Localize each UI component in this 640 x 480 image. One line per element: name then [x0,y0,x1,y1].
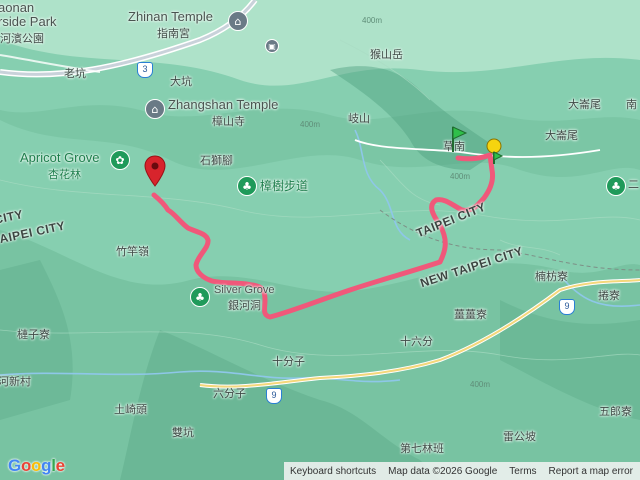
map-label: 南 [626,98,637,111]
map-label: 大坑 [170,75,192,88]
contour-label: 400m [470,380,491,389]
map-label: 土崎頭 [114,403,147,416]
map-label: 杏花林 [48,168,81,181]
map-label: 猴山岳 [370,48,403,61]
tree-icon[interactable]: ♣ [237,176,257,196]
map-label: 第七林班 [400,442,444,455]
poi-label-zhinan-temple[interactable]: Zhinan Temple [128,9,213,24]
poi-label-silver-grove[interactable]: Silver Grove [214,284,275,296]
map-label: 捲寮 [598,289,620,302]
map-footer: Keyboard shortcuts Map data ©2026 Google… [284,462,640,480]
google-logo: Google [8,456,65,475]
map-label: 雷公坡 [503,430,536,443]
map-data-attribution: Map data ©2026 Google [388,465,498,477]
map-canvas[interactable] [0,0,640,480]
contour-label: 400m [450,172,471,181]
map-label: 銀河洞 [228,299,261,312]
map-label: 薑薑寮 [454,308,487,321]
map-label: 槤子寮 [17,328,50,341]
map-label: 大崙尾 [545,129,578,142]
map-label: 十六分 [400,335,433,348]
route-3-shield: 3 [137,62,153,78]
tree-icon[interactable]: ♣ [190,287,210,307]
map-label: 老坑 [64,67,86,80]
map-label: rside Park [0,14,57,29]
poi-label-zhangshan-temple[interactable]: Zhangshan Temple [168,97,278,112]
contour-label: 400m [362,16,383,25]
map-label: 河濱公園 [0,32,44,45]
map-label: 楠枋寮 [535,270,568,283]
flower-icon[interactable]: ✿ [110,150,130,170]
waypoint-marker-icon[interactable] [484,138,504,166]
map-label: 二 [628,178,639,191]
end-marker-icon[interactable] [144,155,166,187]
map-label: 河新村 [0,375,31,388]
terms-link[interactable]: Terms [503,466,542,477]
temple-icon[interactable]: ⌂ [228,11,248,31]
map-label: 大崙尾 [568,98,601,111]
map-label: aonan [0,0,35,15]
poi-label-apricot-grove[interactable]: Apricot Grove [20,150,99,165]
map-label: 十分子 [272,355,305,368]
map-label: 五郎寮 [599,405,632,418]
bus-icon[interactable]: ▣ [265,39,279,53]
route-9-shield: 9 [266,388,282,404]
map-label: 雙坑 [172,426,194,439]
map-label: 石獅腳 [200,154,233,167]
route-9-shield: 9 [559,299,575,315]
report-map-error-link[interactable]: Report a map error [543,466,639,477]
tree-icon[interactable]: ♣ [606,176,626,196]
map-label: 岐山 [348,112,370,125]
map-label: 指南宮 [157,27,190,40]
map-label: 樟山寺 [212,115,245,128]
keyboard-shortcuts-link[interactable]: Keyboard shortcuts [284,466,382,477]
map-label: 六分子 [213,387,246,400]
contour-label: 400m [300,120,321,129]
map-label: 竹竿嶺 [116,245,149,258]
start-flag-icon[interactable] [450,125,468,153]
temple-icon[interactable]: ⌂ [145,99,165,119]
poi-label-zhangshu-trail[interactable]: 樟樹步道 [260,177,308,194]
